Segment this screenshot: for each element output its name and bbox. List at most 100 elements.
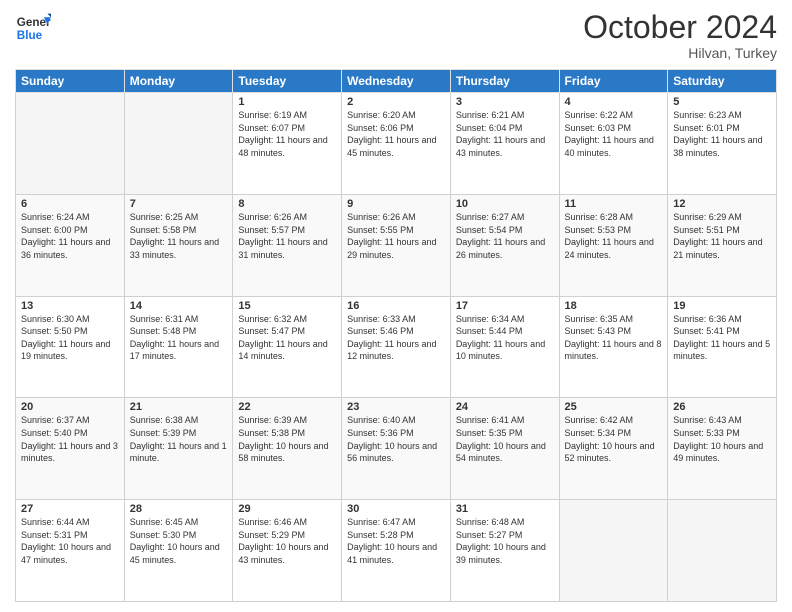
calendar-header: SundayMondayTuesdayWednesdayThursdayFrid…	[16, 70, 777, 93]
day-info: Sunrise: 6:48 AMSunset: 5:27 PMDaylight:…	[456, 516, 554, 566]
day-info: Sunrise: 6:28 AMSunset: 5:53 PMDaylight:…	[565, 211, 663, 261]
calendar-cell: 26Sunrise: 6:43 AMSunset: 5:33 PMDayligh…	[668, 398, 777, 500]
weekday-header-wednesday: Wednesday	[342, 70, 451, 93]
page: General Blue October 2024 Hilvan, Turkey…	[0, 0, 792, 612]
day-number: 23	[347, 401, 445, 413]
calendar-cell: 21Sunrise: 6:38 AMSunset: 5:39 PMDayligh…	[124, 398, 233, 500]
day-number: 19	[673, 300, 771, 312]
calendar-cell	[668, 500, 777, 602]
day-number: 14	[130, 300, 228, 312]
generalblue-logo-icon: General Blue	[15, 10, 51, 46]
title-block: October 2024 Hilvan, Turkey	[583, 10, 777, 61]
day-number: 31	[456, 503, 554, 515]
weekday-header-row: SundayMondayTuesdayWednesdayThursdayFrid…	[16, 70, 777, 93]
calendar-cell: 7Sunrise: 6:25 AMSunset: 5:58 PMDaylight…	[124, 194, 233, 296]
day-info: Sunrise: 6:31 AMSunset: 5:48 PMDaylight:…	[130, 313, 228, 363]
day-info: Sunrise: 6:34 AMSunset: 5:44 PMDaylight:…	[456, 313, 554, 363]
calendar-cell: 11Sunrise: 6:28 AMSunset: 5:53 PMDayligh…	[559, 194, 668, 296]
day-info: Sunrise: 6:27 AMSunset: 5:54 PMDaylight:…	[456, 211, 554, 261]
header: General Blue October 2024 Hilvan, Turkey	[15, 10, 777, 61]
calendar-week-4: 20Sunrise: 6:37 AMSunset: 5:40 PMDayligh…	[16, 398, 777, 500]
day-number: 18	[565, 300, 663, 312]
day-info: Sunrise: 6:23 AMSunset: 6:01 PMDaylight:…	[673, 109, 771, 159]
day-number: 13	[21, 300, 119, 312]
day-info: Sunrise: 6:20 AMSunset: 6:06 PMDaylight:…	[347, 109, 445, 159]
calendar-cell: 14Sunrise: 6:31 AMSunset: 5:48 PMDayligh…	[124, 296, 233, 398]
day-info: Sunrise: 6:22 AMSunset: 6:03 PMDaylight:…	[565, 109, 663, 159]
day-info: Sunrise: 6:26 AMSunset: 5:57 PMDaylight:…	[238, 211, 336, 261]
calendar-cell: 2Sunrise: 6:20 AMSunset: 6:06 PMDaylight…	[342, 93, 451, 195]
day-number: 2	[347, 96, 445, 108]
day-info: Sunrise: 6:21 AMSunset: 6:04 PMDaylight:…	[456, 109, 554, 159]
calendar-body: 1Sunrise: 6:19 AMSunset: 6:07 PMDaylight…	[16, 93, 777, 602]
day-number: 6	[21, 198, 119, 210]
calendar-cell: 5Sunrise: 6:23 AMSunset: 6:01 PMDaylight…	[668, 93, 777, 195]
calendar-cell: 6Sunrise: 6:24 AMSunset: 6:00 PMDaylight…	[16, 194, 125, 296]
calendar-cell: 31Sunrise: 6:48 AMSunset: 5:27 PMDayligh…	[450, 500, 559, 602]
calendar-cell: 27Sunrise: 6:44 AMSunset: 5:31 PMDayligh…	[16, 500, 125, 602]
calendar-cell: 25Sunrise: 6:42 AMSunset: 5:34 PMDayligh…	[559, 398, 668, 500]
location: Hilvan, Turkey	[583, 45, 777, 61]
calendar-cell	[559, 500, 668, 602]
calendar-week-3: 13Sunrise: 6:30 AMSunset: 5:50 PMDayligh…	[16, 296, 777, 398]
day-number: 29	[238, 503, 336, 515]
calendar-cell: 8Sunrise: 6:26 AMSunset: 5:57 PMDaylight…	[233, 194, 342, 296]
day-info: Sunrise: 6:43 AMSunset: 5:33 PMDaylight:…	[673, 414, 771, 464]
day-number: 22	[238, 401, 336, 413]
day-info: Sunrise: 6:30 AMSunset: 5:50 PMDaylight:…	[21, 313, 119, 363]
day-info: Sunrise: 6:42 AMSunset: 5:34 PMDaylight:…	[565, 414, 663, 464]
day-number: 30	[347, 503, 445, 515]
day-number: 4	[565, 96, 663, 108]
weekday-header-sunday: Sunday	[16, 70, 125, 93]
day-info: Sunrise: 6:36 AMSunset: 5:41 PMDaylight:…	[673, 313, 771, 363]
weekday-header-saturday: Saturday	[668, 70, 777, 93]
day-number: 15	[238, 300, 336, 312]
day-number: 11	[565, 198, 663, 210]
calendar-table: SundayMondayTuesdayWednesdayThursdayFrid…	[15, 69, 777, 602]
day-info: Sunrise: 6:26 AMSunset: 5:55 PMDaylight:…	[347, 211, 445, 261]
day-info: Sunrise: 6:37 AMSunset: 5:40 PMDaylight:…	[21, 414, 119, 464]
day-number: 12	[673, 198, 771, 210]
day-info: Sunrise: 6:40 AMSunset: 5:36 PMDaylight:…	[347, 414, 445, 464]
day-info: Sunrise: 6:35 AMSunset: 5:43 PMDaylight:…	[565, 313, 663, 363]
svg-text:Blue: Blue	[17, 29, 43, 42]
day-info: Sunrise: 6:46 AMSunset: 5:29 PMDaylight:…	[238, 516, 336, 566]
calendar-cell: 28Sunrise: 6:45 AMSunset: 5:30 PMDayligh…	[124, 500, 233, 602]
day-info: Sunrise: 6:29 AMSunset: 5:51 PMDaylight:…	[673, 211, 771, 261]
calendar-cell: 12Sunrise: 6:29 AMSunset: 5:51 PMDayligh…	[668, 194, 777, 296]
day-number: 5	[673, 96, 771, 108]
day-info: Sunrise: 6:39 AMSunset: 5:38 PMDaylight:…	[238, 414, 336, 464]
month-title: October 2024	[583, 10, 777, 45]
logo: General Blue	[15, 10, 51, 46]
day-number: 10	[456, 198, 554, 210]
calendar-cell: 16Sunrise: 6:33 AMSunset: 5:46 PMDayligh…	[342, 296, 451, 398]
calendar-cell: 10Sunrise: 6:27 AMSunset: 5:54 PMDayligh…	[450, 194, 559, 296]
day-number: 26	[673, 401, 771, 413]
day-number: 8	[238, 198, 336, 210]
calendar-cell: 24Sunrise: 6:41 AMSunset: 5:35 PMDayligh…	[450, 398, 559, 500]
day-info: Sunrise: 6:38 AMSunset: 5:39 PMDaylight:…	[130, 414, 228, 464]
calendar-cell: 1Sunrise: 6:19 AMSunset: 6:07 PMDaylight…	[233, 93, 342, 195]
day-number: 7	[130, 198, 228, 210]
calendar-week-5: 27Sunrise: 6:44 AMSunset: 5:31 PMDayligh…	[16, 500, 777, 602]
calendar-cell: 17Sunrise: 6:34 AMSunset: 5:44 PMDayligh…	[450, 296, 559, 398]
day-info: Sunrise: 6:44 AMSunset: 5:31 PMDaylight:…	[21, 516, 119, 566]
calendar-cell: 30Sunrise: 6:47 AMSunset: 5:28 PMDayligh…	[342, 500, 451, 602]
day-number: 3	[456, 96, 554, 108]
day-info: Sunrise: 6:25 AMSunset: 5:58 PMDaylight:…	[130, 211, 228, 261]
day-number: 25	[565, 401, 663, 413]
day-info: Sunrise: 6:41 AMSunset: 5:35 PMDaylight:…	[456, 414, 554, 464]
day-number: 28	[130, 503, 228, 515]
weekday-header-friday: Friday	[559, 70, 668, 93]
day-info: Sunrise: 6:47 AMSunset: 5:28 PMDaylight:…	[347, 516, 445, 566]
day-info: Sunrise: 6:24 AMSunset: 6:00 PMDaylight:…	[21, 211, 119, 261]
day-number: 9	[347, 198, 445, 210]
calendar-cell: 29Sunrise: 6:46 AMSunset: 5:29 PMDayligh…	[233, 500, 342, 602]
day-info: Sunrise: 6:45 AMSunset: 5:30 PMDaylight:…	[130, 516, 228, 566]
day-info: Sunrise: 6:32 AMSunset: 5:47 PMDaylight:…	[238, 313, 336, 363]
calendar-cell: 20Sunrise: 6:37 AMSunset: 5:40 PMDayligh…	[16, 398, 125, 500]
calendar-cell	[124, 93, 233, 195]
calendar-cell: 3Sunrise: 6:21 AMSunset: 6:04 PMDaylight…	[450, 93, 559, 195]
weekday-header-monday: Monday	[124, 70, 233, 93]
day-number: 17	[456, 300, 554, 312]
